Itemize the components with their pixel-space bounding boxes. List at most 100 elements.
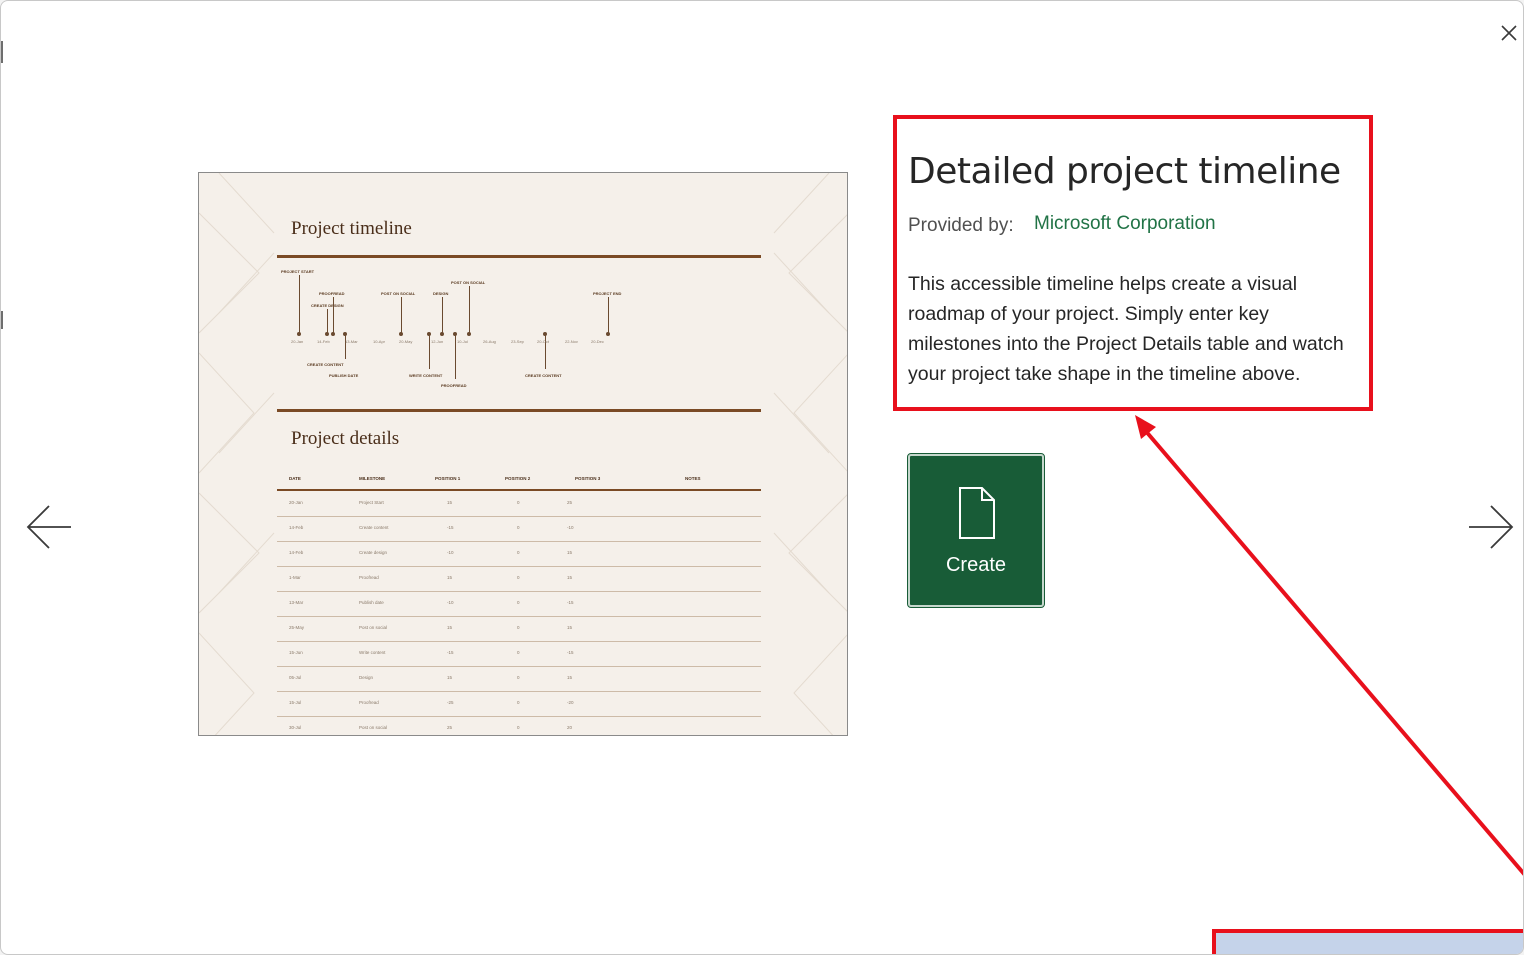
template-preview-dialog: Project timeline PROJECT START PROOFREAD… [0, 0, 1524, 955]
timeline-date: 10-Apr [373, 339, 386, 344]
annotation-callout-box [1212, 929, 1523, 954]
timeline-date: 23-Sep [511, 339, 524, 344]
table-cell: Create design [359, 550, 388, 555]
table-cell: -20 [567, 700, 574, 705]
table-cell: Proofread [359, 575, 379, 580]
timeline-dot [606, 332, 610, 336]
table-cell: 15 [447, 675, 453, 680]
timeline-date: 12-Jun [431, 339, 444, 344]
table-cell: 15-Jul [289, 700, 302, 705]
timeline-date: 22-Nov [565, 339, 578, 344]
table-cell: 15 [567, 675, 573, 680]
table-cell: 14-Feb [289, 525, 304, 530]
arrow-left-icon [26, 505, 71, 549]
table-cell: 25-May [289, 625, 305, 630]
table-cell: 0 [517, 675, 520, 680]
table-cell: -10 [567, 525, 574, 530]
timeline-date: 14-Feb [317, 339, 330, 344]
provided-by-label: Provided by: [908, 215, 1014, 236]
table-row-divider [277, 516, 761, 517]
table-header: MILESTONE [359, 476, 386, 481]
table-cell: 30-Jul [289, 725, 302, 730]
table-cell: Create content [359, 525, 389, 530]
table-cell: 15-Jun [289, 650, 303, 655]
table-cell: 0 [517, 725, 520, 730]
create-button[interactable]: Create [907, 453, 1045, 608]
timeline-stem [429, 335, 430, 369]
timeline-stem [469, 286, 470, 333]
preview-timeline-title: Project timeline [291, 218, 412, 239]
table-row-divider [277, 716, 761, 717]
timeline-label: PROOFREAD [441, 383, 467, 388]
timeline-label: PROOFREAD [319, 291, 345, 296]
table-row-divider [277, 616, 761, 617]
table-cell: Design [359, 675, 374, 680]
window-edge-mark [1, 41, 3, 63]
close-button[interactable] [1495, 19, 1523, 47]
table-row-divider [277, 566, 761, 567]
timeline-dot [325, 332, 329, 336]
timeline-dot [427, 332, 431, 336]
previous-template-button[interactable] [21, 499, 77, 555]
next-template-button[interactable] [1463, 499, 1519, 555]
table-cell: Post on social [359, 625, 388, 630]
table-cell: -15 [567, 600, 574, 605]
table-cell: 13-Mar [289, 600, 304, 605]
timeline-stem [327, 309, 328, 333]
timeline-date: 20-Jan [291, 339, 304, 344]
template-description: This accessible timeline helps create a … [908, 273, 1344, 385]
table-header: POSITION 2 [505, 476, 531, 481]
table-cell: 15 [567, 625, 573, 630]
table-cell: -10 [447, 550, 454, 555]
timeline-date: 20-May [399, 339, 413, 344]
table-row-divider [277, 641, 761, 642]
table-cell: 0 [517, 600, 520, 605]
timeline-label: POST ON SOCIAL [451, 280, 486, 285]
table-cell: 0 [517, 700, 520, 705]
timeline-stem [401, 297, 402, 333]
table-cell: 1-Mar [289, 575, 301, 580]
table-header: POSITION 3 [575, 476, 601, 481]
close-icon [1501, 25, 1517, 41]
table-cell: 15 [447, 625, 453, 630]
table-cell: 0 [517, 650, 520, 655]
table-cell: -15 [447, 525, 454, 530]
timeline-date: 20-Oct [537, 339, 550, 344]
timeline-date: 20-Dec [591, 339, 604, 344]
template-thumbnail: Project timeline PROJECT START PROOFREAD… [198, 172, 848, 736]
template-title: Detailed project timeline [908, 151, 1341, 192]
table-row-divider [277, 541, 761, 542]
timeline-label: CREATE CONTENT [307, 362, 344, 367]
timeline-label: CREATE DESIGN [311, 303, 344, 308]
table-cell: Proofread [359, 700, 379, 705]
table-header: DATE [289, 476, 301, 481]
table-cell: 14-Feb [289, 550, 304, 555]
table-cell: -10 [447, 600, 454, 605]
timeline-dot [331, 332, 335, 336]
table-cell: 0 [517, 625, 520, 630]
timeline-stem [455, 335, 456, 379]
table-cell: -15 [567, 650, 574, 655]
preview-divider [277, 409, 761, 412]
table-cell: 0 [517, 500, 520, 505]
arrow-right-icon [1469, 505, 1514, 549]
document-icon [959, 487, 995, 539]
timeline-dot [543, 332, 547, 336]
timeline-label: WRITE CONTENT [409, 373, 443, 378]
timeline-dot [440, 332, 444, 336]
timeline-stem [608, 297, 609, 333]
provider-link[interactable]: Microsoft Corporation [1034, 213, 1216, 235]
timeline-date: 10-Jul [457, 339, 468, 344]
table-cell: Write content [359, 650, 386, 655]
table-cell: 20-Jan [289, 500, 303, 505]
table-header-rule [277, 489, 761, 491]
table-row-divider [277, 591, 761, 592]
table-cell: 15 [567, 575, 573, 580]
timeline-label: PROJECT START [281, 269, 315, 274]
timeline-dot [399, 332, 403, 336]
timeline-stem [299, 275, 300, 333]
table-row-divider [277, 691, 761, 692]
table-cell: -15 [447, 650, 454, 655]
timeline-dot [467, 332, 471, 336]
create-button-label: Create [945, 554, 1007, 576]
